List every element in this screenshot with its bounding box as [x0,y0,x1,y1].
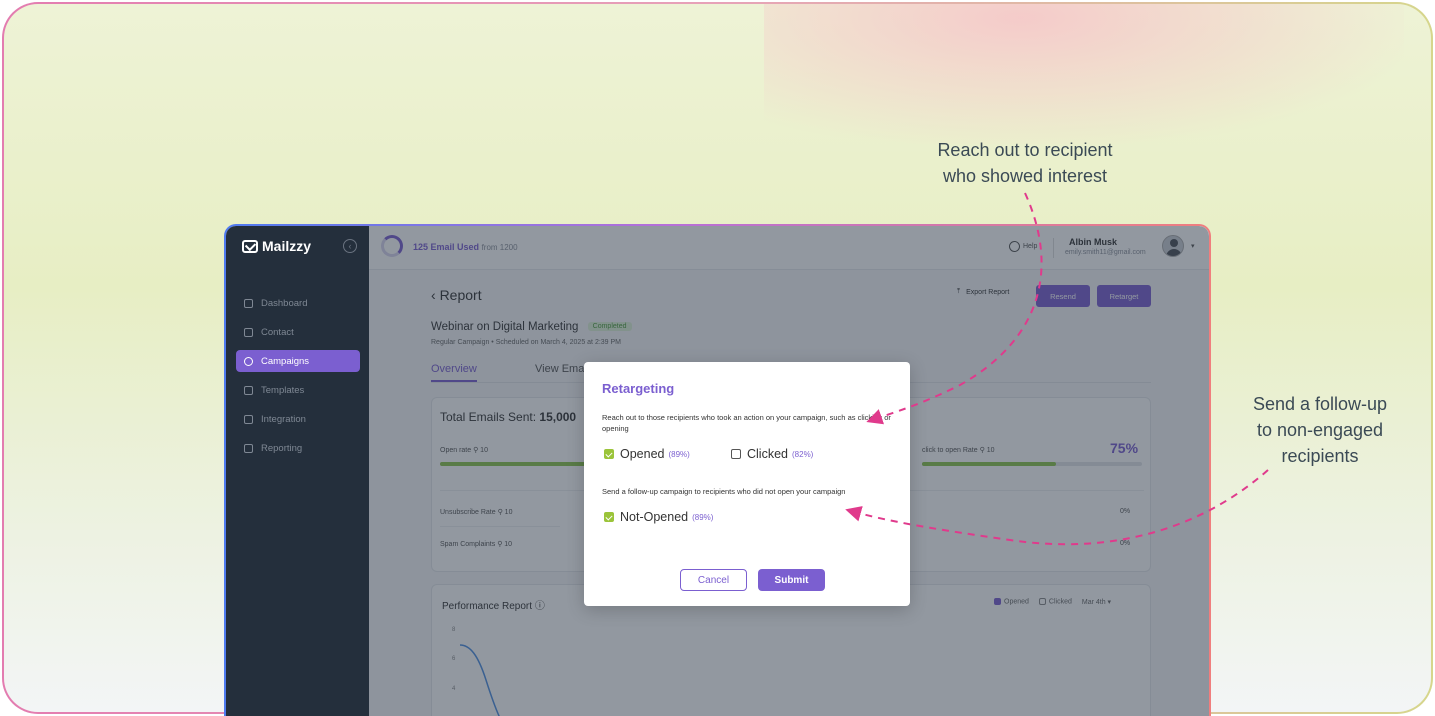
modal-description-follow-up: Send a follow-up campaign to recipients … [602,487,846,496]
sidebar-item-label: Contact [261,326,294,338]
collapse-icon[interactable]: ‹ [343,239,357,253]
sidebar-item-label: Templates [261,384,305,396]
sidebar: Mailzzy ‹ Dashboard Contact Campaigns Te… [226,226,369,716]
dashboard-icon [244,298,253,308]
sidebar-item-templates[interactable]: Templates [236,379,360,401]
submit-button[interactable]: Submit [758,569,825,591]
retargeting-modal: Retargeting Reach out to those recipient… [584,362,910,606]
sidebar-item-dashboard[interactable]: Dashboard [236,292,360,314]
annotation-line: recipients [1281,446,1359,466]
sidebar-item-reporting[interactable]: Reporting [236,437,360,459]
sidebar-item-campaigns[interactable]: Campaigns [236,350,360,372]
option-percentage: (82%) [792,449,814,459]
option-opened[interactable]: Opened (89%) [604,447,690,461]
option-label: Opened [620,447,665,461]
annotation-line: to non-engaged [1256,420,1384,440]
brand-logo[interactable]: Mailzzy [242,238,311,254]
mail-icon [242,239,258,253]
option-label: Not-Opened [620,510,689,524]
sidebar-item-contact[interactable]: Contact [236,321,360,343]
reporting-icon [244,443,253,453]
option-clicked[interactable]: Clicked (82%) [731,447,813,461]
sidebar-item-label: Integration [261,413,306,425]
sidebar-nav: Dashboard Contact Campaigns Templates In… [236,292,360,466]
sidebar-item-label: Dashboard [261,297,308,309]
sidebar-item-label: Campaigns [261,355,310,367]
annotation-line: Reach out to recipient [937,140,1113,160]
annotation-line: who showed interest [942,166,1108,186]
option-label: Clicked [747,447,788,461]
option-percentage: (89%) [692,512,714,522]
modal-description-interest: Reach out to those recipients who took a… [602,413,891,433]
clicked-checkbox[interactable] [731,449,741,459]
background-glow [764,4,1404,144]
templates-icon [244,385,253,395]
sidebar-item-integration[interactable]: Integration [236,408,360,430]
cancel-button[interactable]: Cancel [680,569,747,591]
brand-name: Mailzzy [262,238,312,254]
annotation-line: Send a follow-up [1252,394,1388,414]
annotation-follow-up: Send a follow-up to non-engaged recipien… [1220,391,1420,469]
modal-title: Retargeting [602,381,675,396]
contact-icon [244,327,253,337]
opened-checkbox[interactable] [604,449,614,459]
annotation-interest: Reach out to recipient who showed intere… [900,137,1150,189]
sidebar-item-label: Reporting [261,442,303,454]
not-opened-checkbox[interactable] [604,512,614,522]
integration-icon [244,414,253,424]
campaigns-icon [244,356,253,366]
option-percentage: (89%) [668,449,690,459]
option-not-opened[interactable]: Not-Opened (89%) [604,510,713,524]
